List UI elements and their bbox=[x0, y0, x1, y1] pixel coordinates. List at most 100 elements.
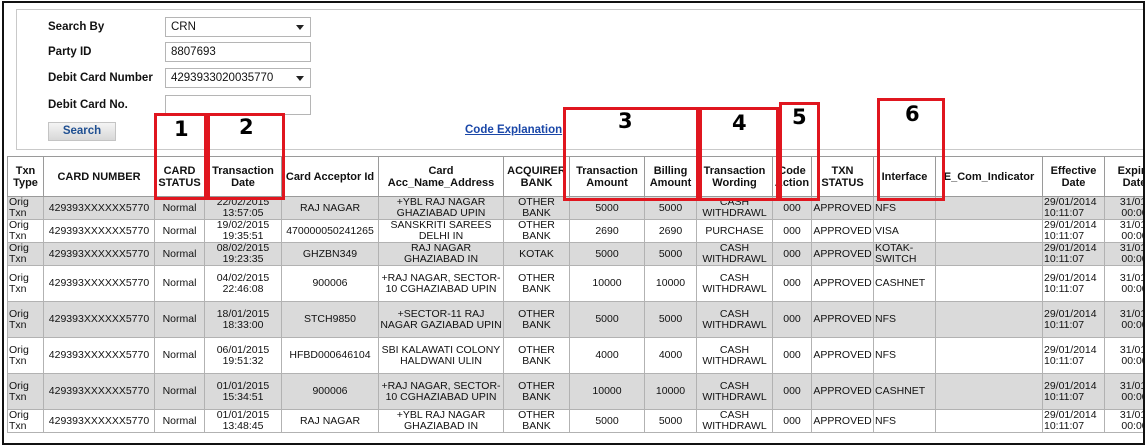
debit-card-number-label: Debit Card Number bbox=[48, 72, 153, 84]
table-row[interactable]: Orig Txn 429393XXXXXX5770 Normal 08/02/2015… bbox=[7, 242, 1143, 266]
table-cell bbox=[935, 337, 1043, 374]
col-header[interactable]: TXN STATUS bbox=[811, 156, 874, 197]
table-cell: KOTAK-SWITCH bbox=[873, 242, 936, 266]
table-cell bbox=[935, 265, 1043, 302]
table-cell: 429393XXXXXX5770 bbox=[43, 242, 155, 266]
table-cell: 429393XXXXXX5770 bbox=[43, 265, 155, 302]
annotation-number: 2 bbox=[239, 115, 254, 139]
table-cell: 429393XXXXXX5770 bbox=[43, 373, 155, 410]
table-cell: CASH WITHDRAWL bbox=[696, 337, 773, 374]
annotation-number: 1 bbox=[174, 117, 189, 141]
table-cell: OTHER BANK bbox=[503, 219, 570, 243]
table-cell: 900006 bbox=[281, 373, 379, 410]
table-cell: OTHER BANK bbox=[503, 301, 570, 338]
table-cell: OTHER BANK bbox=[503, 373, 570, 410]
table-cell: 4000 bbox=[644, 337, 697, 374]
table-cell: OTHER BANK bbox=[503, 409, 570, 433]
code-explanation-link[interactable]: Code Explanation bbox=[465, 124, 562, 136]
table-cell bbox=[935, 242, 1043, 266]
table-cell: 000 bbox=[772, 337, 812, 374]
table-cell: 000 bbox=[772, 219, 812, 243]
table-cell: 29/01/2014 10:11:07 bbox=[1042, 219, 1105, 243]
col-header[interactable]: CARD NUMBER bbox=[43, 156, 155, 197]
table-cell: 429393XXXXXX5770 bbox=[43, 196, 155, 220]
table-cell: 10000 bbox=[644, 373, 697, 410]
table-cell: 01/01/2015 13:48:45 bbox=[204, 409, 282, 433]
table-cell: 5000 bbox=[569, 409, 645, 433]
table-cell: APPROVED bbox=[811, 196, 874, 220]
col-header[interactable]: Expiry Date bbox=[1104, 156, 1143, 197]
col-header[interactable]: E_Com_Indicator bbox=[935, 156, 1043, 197]
table-cell: Normal bbox=[154, 265, 205, 302]
table-cell: 31/01/ 00:00 bbox=[1104, 242, 1143, 266]
table-cell: 429393XXXXXX5770 bbox=[43, 409, 155, 433]
debit-card-no-input[interactable] bbox=[165, 95, 311, 115]
annotation-number: 4 bbox=[732, 111, 747, 135]
annotation-number: 5 bbox=[792, 105, 807, 129]
table-cell: 000 bbox=[772, 373, 812, 410]
party-id-label: Party ID bbox=[48, 46, 92, 58]
search-button[interactable]: Search bbox=[48, 122, 116, 141]
table-cell: 429393XXXXXX5770 bbox=[43, 219, 155, 243]
col-header[interactable]: ACQUIRER BANK bbox=[503, 156, 570, 197]
table-cell: 5000 bbox=[644, 409, 697, 433]
table-cell: OTHER BANK bbox=[503, 337, 570, 374]
table-row[interactable]: Orig Txn 429393XXXXXX5770 Normal 06/01/2015… bbox=[7, 337, 1143, 374]
table-cell: 4000 bbox=[569, 337, 645, 374]
table-cell: +SECTOR-11 RAJ NAGAR GAZIABAD UPIN bbox=[378, 301, 504, 338]
table-cell: 04/02/2015 22:46:08 bbox=[204, 265, 282, 302]
table-cell: 31/01/ 00:00 bbox=[1104, 373, 1143, 410]
table-cell: Normal bbox=[154, 337, 205, 374]
table-row[interactable]: Orig Txn 429393XXXXXX5770 Normal 18/01/2015… bbox=[7, 301, 1143, 338]
annotation-number: 3 bbox=[618, 109, 633, 133]
table-cell: 10000 bbox=[644, 265, 697, 302]
table-cell: PURCHASE bbox=[696, 219, 773, 243]
table-row[interactable]: Orig Txn 429393XXXXXX5770 Normal 04/02/2015… bbox=[7, 265, 1143, 302]
search-by-select[interactable]: CRN bbox=[165, 17, 311, 37]
table-cell: Orig Txn bbox=[7, 265, 44, 302]
table-row[interactable]: Orig Txn 429393XXXXXX5770 Normal 01/01/2015… bbox=[7, 373, 1143, 410]
table-cell: Normal bbox=[154, 409, 205, 433]
col-header[interactable]: Effective Date bbox=[1042, 156, 1105, 197]
table-cell: RAJ NAGAR bbox=[281, 409, 379, 433]
table-row[interactable]: Orig Txn 429393XXXXXX5770 Normal 01/01/2015… bbox=[7, 409, 1143, 433]
table-cell: 5000 bbox=[569, 242, 645, 266]
table-cell: 29/01/2014 10:11:07 bbox=[1042, 242, 1105, 266]
table-row[interactable]: Orig Txn 429393XXXXXX5770 Normal 19/02/2015… bbox=[7, 219, 1143, 243]
table-cell: 31/01/ 00:00 bbox=[1104, 219, 1143, 243]
table-cell: 29/01/2014 10:11:07 bbox=[1042, 301, 1105, 338]
col-header[interactable]: Card Acc_Name_Address bbox=[378, 156, 504, 197]
table-cell: 000 bbox=[772, 301, 812, 338]
col-header[interactable]: Card Acceptor Id bbox=[281, 156, 379, 197]
table-cell bbox=[935, 373, 1043, 410]
table-cell: 5000 bbox=[644, 242, 697, 266]
table-cell: OTHER BANK bbox=[503, 265, 570, 302]
table-cell: RAJ NAGAR bbox=[281, 196, 379, 220]
table-cell: SBI KALAWATI COLONY HALDWANI ULIN bbox=[378, 337, 504, 374]
table-cell: CASH WITHDRAWL bbox=[696, 409, 773, 433]
table-cell: CASH WITHDRAWL bbox=[696, 301, 773, 338]
table-cell: +YBL RAJ NAGAR GHAZIABAD IN bbox=[378, 409, 504, 433]
table-cell: 31/01/ 00:00 bbox=[1104, 337, 1143, 374]
table-cell: Orig Txn bbox=[7, 196, 44, 220]
table-cell: 29/01/2014 10:11:07 bbox=[1042, 265, 1105, 302]
debit-card-number-select[interactable]: 4293933020035770 bbox=[165, 68, 311, 88]
table-cell: 31/01/ 00:00 bbox=[1104, 301, 1143, 338]
table-cell: HFBD000646104 bbox=[281, 337, 379, 374]
table-cell: Orig Txn bbox=[7, 409, 44, 433]
table-cell: Normal bbox=[154, 301, 205, 338]
table-cell: Normal bbox=[154, 242, 205, 266]
table-cell: KOTAK bbox=[503, 242, 570, 266]
party-id-input[interactable]: 8807693 bbox=[165, 42, 311, 62]
table-cell: APPROVED bbox=[811, 219, 874, 243]
table-cell: 29/01/2014 10:11:07 bbox=[1042, 196, 1105, 220]
table-cell: RAJ NAGAR GHAZIABAD IN bbox=[378, 242, 504, 266]
table-cell: GHZBN349 bbox=[281, 242, 379, 266]
table-cell: APPROVED bbox=[811, 301, 874, 338]
table-cell: 31/01/ 00:00 bbox=[1104, 409, 1143, 433]
table-cell: 01/01/2015 15:34:51 bbox=[204, 373, 282, 410]
table-cell: Orig Txn bbox=[7, 301, 44, 338]
col-header[interactable]: Txn Type bbox=[7, 156, 44, 197]
table-cell: NFS bbox=[873, 301, 936, 338]
table-cell: 29/01/2014 10:11:07 bbox=[1042, 409, 1105, 433]
